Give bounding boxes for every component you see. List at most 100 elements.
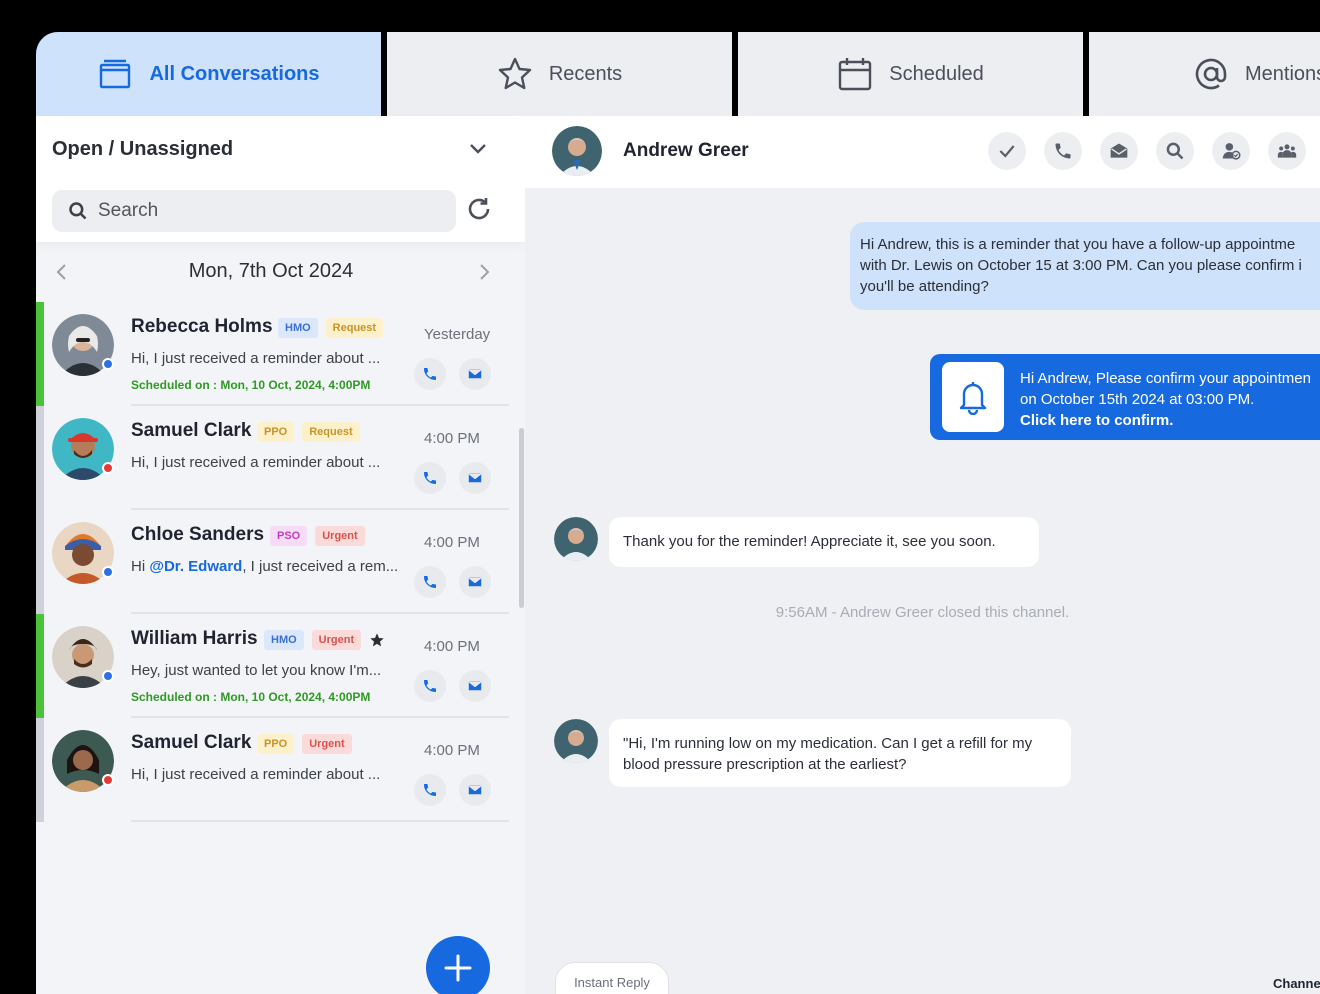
conversation-list: Rebecca Holms HMO Request Yesterday Hi, … bbox=[36, 302, 525, 822]
call-button[interactable] bbox=[1044, 132, 1082, 170]
mail-icon bbox=[467, 784, 483, 796]
list-scrollbar[interactable] bbox=[519, 428, 524, 608]
check-icon bbox=[999, 145, 1015, 158]
group-button[interactable] bbox=[1268, 132, 1306, 170]
appointment-reminder-card[interactable]: Hi Andrew, Please confirm your appointme… bbox=[930, 354, 1320, 440]
email-button[interactable] bbox=[1100, 132, 1138, 170]
status-dot bbox=[102, 566, 114, 578]
tab-label: Mentions bbox=[1245, 62, 1320, 85]
tab-label: All Conversations bbox=[149, 62, 320, 85]
status-dot bbox=[102, 462, 114, 474]
search-icon bbox=[69, 202, 87, 220]
tab-label: Recents bbox=[548, 62, 623, 85]
confirm-link[interactable]: Click here to confirm. bbox=[1020, 410, 1311, 431]
row-highlight-bar bbox=[36, 406, 44, 510]
chat-header: Andrew Greer bbox=[525, 116, 1320, 188]
conversation-row[interactable]: Chloe Sanders PSO Urgent 4:00 PM Hi @Dr.… bbox=[36, 510, 525, 614]
bell-icon-tile bbox=[942, 362, 1004, 432]
refresh-icon[interactable] bbox=[466, 196, 492, 222]
call-button[interactable] bbox=[414, 358, 446, 390]
row-highlight-bar bbox=[36, 302, 44, 406]
email-button[interactable] bbox=[459, 462, 491, 494]
row-highlight-bar bbox=[36, 718, 44, 822]
phone-icon bbox=[1055, 143, 1071, 159]
badge-group: HMO Urgent bbox=[264, 630, 385, 650]
scheduled-label: Scheduled on : Mon, 10 Oct, 2024, 4:00PM bbox=[131, 690, 371, 704]
tab-scheduled[interactable]: Scheduled bbox=[738, 32, 1083, 116]
tab-recents[interactable]: Recents bbox=[387, 32, 732, 116]
status-dot bbox=[102, 774, 114, 786]
chat-panel: Andrew Greer Hi Andrew, this is a remind… bbox=[525, 116, 1320, 994]
tab-label: Scheduled bbox=[889, 62, 984, 85]
badge-group: PSO Urgent bbox=[270, 526, 365, 546]
search-box[interactable] bbox=[52, 190, 456, 232]
new-conversation-button[interactable] bbox=[426, 936, 490, 994]
email-button[interactable] bbox=[459, 774, 491, 806]
call-button[interactable] bbox=[414, 462, 446, 494]
preview-prefix: Hi bbox=[131, 558, 150, 575]
chevron-down-icon[interactable] bbox=[466, 136, 490, 160]
contact-name: Rebecca Holms bbox=[131, 316, 273, 337]
timestamp: 4:00 PM bbox=[424, 430, 480, 447]
message-preview: Hi, I just received a reminder about ... bbox=[131, 454, 381, 471]
filter-dropdown-label[interactable]: Open / Unassigned bbox=[52, 138, 233, 161]
plan-badge: HMO bbox=[264, 630, 304, 650]
priority-badge: Urgent bbox=[315, 526, 365, 546]
instant-reply-tab[interactable]: Instant Reply bbox=[555, 962, 669, 994]
message-preview: Hi, I just received a reminder about ... bbox=[131, 766, 381, 783]
plan-badge: PPO bbox=[257, 734, 295, 754]
badge-group: HMO Request bbox=[278, 318, 384, 338]
conversation-row[interactable]: Samuel Clark PPO Urgent 4:00 PM Hi, I ju… bbox=[36, 718, 525, 822]
incoming-message: Thank you for the reminder! Appreciate i… bbox=[609, 517, 1039, 567]
call-button[interactable] bbox=[414, 566, 446, 598]
row-highlight-bar bbox=[36, 510, 44, 614]
call-button[interactable] bbox=[414, 774, 446, 806]
phone-icon bbox=[424, 472, 436, 484]
assign-user-button[interactable] bbox=[1212, 132, 1250, 170]
conversation-row[interactable]: Rebecca Holms HMO Request Yesterday Hi, … bbox=[36, 302, 525, 406]
bell-icon bbox=[959, 382, 987, 415]
star-icon bbox=[498, 57, 532, 90]
priority-badge: Request bbox=[302, 422, 360, 442]
message-text: Thank you for the reminder! Appreciate i… bbox=[623, 533, 996, 550]
avatar bbox=[552, 126, 602, 176]
resolve-button[interactable] bbox=[988, 132, 1026, 170]
outgoing-message: Hi Andrew, this is a reminder that you h… bbox=[850, 222, 1320, 310]
email-button[interactable] bbox=[459, 670, 491, 702]
phone-icon bbox=[424, 576, 436, 588]
message-line: Hi Andrew, Please confirm your appointme… bbox=[1020, 370, 1311, 387]
message-line: you'll be attending? bbox=[860, 278, 989, 295]
timestamp: 4:00 PM bbox=[424, 742, 480, 759]
timestamp: 4:00 PM bbox=[424, 534, 480, 551]
plan-badge: HMO bbox=[278, 318, 318, 338]
search-input[interactable] bbox=[98, 200, 418, 222]
conversation-panel-header: Open / Unassigned bbox=[36, 116, 525, 242]
tab-all-conversations[interactable]: All Conversations bbox=[36, 32, 381, 116]
calendar-icon bbox=[839, 58, 872, 91]
contact-name: Samuel Clark bbox=[131, 420, 252, 441]
conversation-row[interactable]: William Harris HMO Urgent 4:00 PM Hey, j… bbox=[36, 614, 525, 718]
badge-group: PPO Request bbox=[257, 422, 360, 442]
channel-label[interactable]: Channe bbox=[1273, 976, 1320, 991]
message-line: "Hi, I'm running low on my medication. C… bbox=[623, 735, 1033, 752]
mention-link[interactable]: @Dr. Edward bbox=[149, 558, 242, 575]
mail-icon bbox=[467, 472, 483, 484]
priority-badge: Urgent bbox=[302, 734, 352, 754]
search-icon bbox=[1166, 142, 1184, 160]
search-button[interactable] bbox=[1156, 132, 1194, 170]
conversation-row[interactable]: Samuel Clark PPO Request 4:00 PM Hi, I j… bbox=[36, 406, 525, 510]
email-button[interactable] bbox=[459, 358, 491, 390]
message-line: Hi Andrew, this is a reminder that you h… bbox=[860, 236, 1296, 253]
priority-badge: Urgent bbox=[311, 630, 362, 650]
row-highlight-bar bbox=[36, 614, 44, 718]
message-line: blood pressure prescription at the earli… bbox=[623, 756, 907, 773]
plus-icon bbox=[444, 954, 472, 982]
status-dot bbox=[102, 670, 114, 682]
tab-mentions[interactable]: Mentions bbox=[1089, 32, 1320, 116]
call-button[interactable] bbox=[414, 670, 446, 702]
priority-badge: Request bbox=[325, 318, 384, 338]
chevron-right-icon[interactable] bbox=[474, 262, 494, 282]
star-icon[interactable] bbox=[369, 632, 385, 648]
message-preview: Hi @Dr. Edward, I just received a rem... bbox=[131, 558, 398, 575]
email-button[interactable] bbox=[459, 566, 491, 598]
